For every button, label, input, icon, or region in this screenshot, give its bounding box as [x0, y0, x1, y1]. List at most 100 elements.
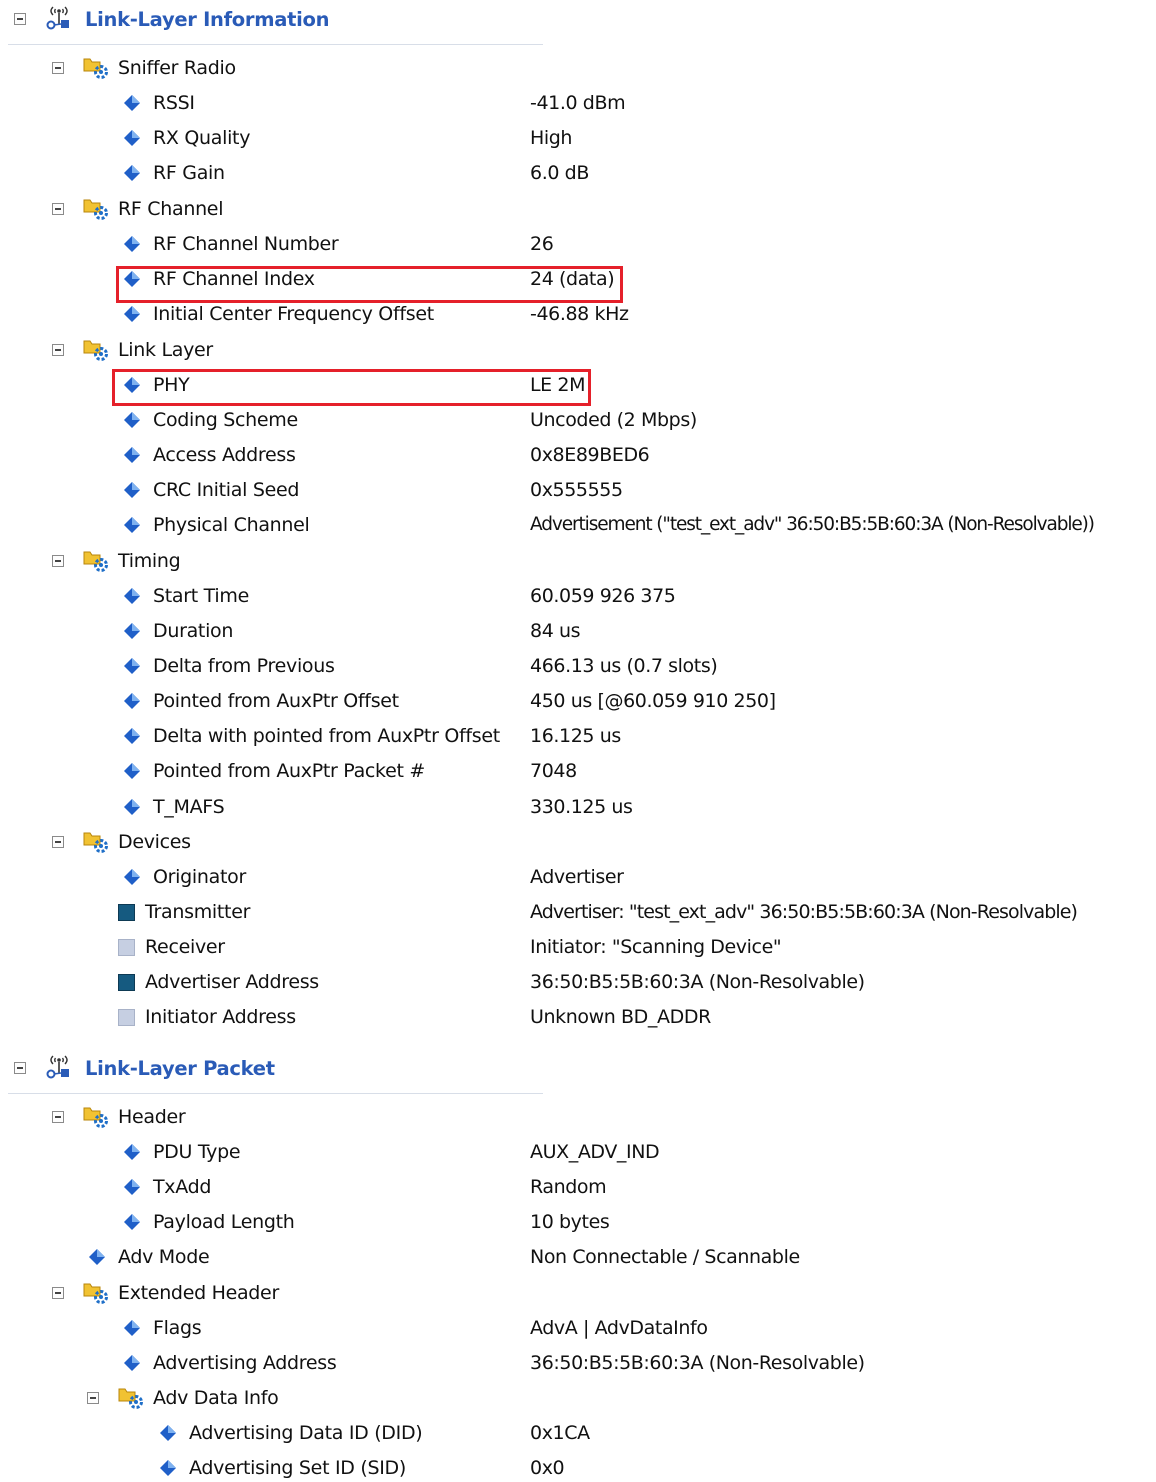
blue-diamond-icon	[124, 623, 140, 639]
blue-diamond-icon	[124, 130, 140, 146]
network-antenna-icon	[46, 1055, 69, 1079]
field-row-delta-from-previous[interactable]: Delta from Previous 466.13 us (0.7 slots…	[0, 652, 1156, 687]
field-label: RSSI	[153, 92, 195, 114]
blue-diamond-icon	[124, 412, 140, 428]
group-sniffer-radio[interactable]: Sniffer Radio	[0, 54, 1156, 89]
field-row-rssi[interactable]: RSSI -41.0 dBm	[0, 89, 1156, 124]
field-value: Non Connectable / Scannable	[530, 1246, 800, 1268]
field-row-originator[interactable]: Originator Advertiser	[0, 863, 1156, 898]
field-row-adv-mode[interactable]: Adv Mode Non Connectable / Scannable	[0, 1243, 1156, 1278]
field-value: Random	[530, 1176, 607, 1198]
collapse-toggle-icon[interactable]	[14, 13, 26, 25]
field-row-advertising-data-id[interactable]: Advertising Data ID (DID) 0x1CA	[0, 1419, 1156, 1454]
field-row-transmitter[interactable]: Transmitter Advertiser: "test_ext_adv" 3…	[0, 898, 1156, 933]
field-row-pointed-from-auxptr-packet[interactable]: Pointed from AuxPtr Packet # 7048	[0, 757, 1156, 792]
collapse-toggle-icon[interactable]	[52, 836, 64, 848]
group-link-layer[interactable]: Link Layer	[0, 336, 1156, 371]
blue-diamond-icon	[124, 306, 140, 322]
field-value: 16.125 us	[530, 725, 621, 747]
field-label: Coding Scheme	[153, 409, 298, 431]
field-value: AdvA | AdvDataInfo	[530, 1317, 708, 1339]
collapse-toggle-icon[interactable]	[52, 1111, 64, 1123]
group-devices[interactable]: Devices	[0, 828, 1156, 863]
section-divider	[8, 44, 543, 45]
blue-diamond-icon	[124, 1355, 140, 1371]
field-label: Transmitter	[145, 901, 251, 923]
field-row-receiver[interactable]: Receiver Initiator: "Scanning Device"	[0, 933, 1156, 968]
field-value: Advertiser	[530, 866, 624, 888]
group-header[interactable]: Header	[0, 1103, 1156, 1138]
field-row-coding-scheme[interactable]: Coding Scheme Uncoded (2 Mbps)	[0, 406, 1156, 441]
field-label: PDU Type	[153, 1141, 241, 1163]
field-label: T_MAFS	[153, 796, 225, 818]
section-link-layer-information[interactable]: Link-Layer Information	[0, 5, 1156, 40]
blue-diamond-icon	[124, 165, 140, 181]
field-row-access-address[interactable]: Access Address 0x8E89BED6	[0, 441, 1156, 476]
group-adv-data-info[interactable]: Adv Data Info	[0, 1384, 1156, 1419]
group-timing[interactable]: Timing	[0, 547, 1156, 582]
field-value: AUX_ADV_IND	[530, 1141, 660, 1163]
folder-gear-icon	[83, 1283, 108, 1304]
field-label: Advertiser Address	[145, 971, 319, 993]
group-label: Adv Data Info	[153, 1387, 279, 1409]
field-row-txadd[interactable]: TxAdd Random	[0, 1173, 1156, 1208]
blue-diamond-icon	[124, 1320, 140, 1336]
field-value: 450 us [@60.059 910 250]	[530, 690, 776, 712]
field-label: Start Time	[153, 585, 249, 607]
field-row-physical-channel[interactable]: Physical Channel Advertisement ("test_ex…	[0, 511, 1156, 546]
field-value: 26	[530, 233, 554, 255]
folder-gear-icon	[83, 832, 108, 853]
field-row-duration[interactable]: Duration 84 us	[0, 617, 1156, 652]
field-row-flags[interactable]: Flags AdvA | AdvDataInfo	[0, 1314, 1156, 1349]
group-label: Link Layer	[118, 339, 213, 361]
light-square-icon	[118, 939, 135, 956]
field-label: Payload Length	[153, 1211, 295, 1233]
field-row-delta-with-pointed-from-auxptr-offset[interactable]: Delta with pointed from AuxPtr Offset 16…	[0, 722, 1156, 757]
collapse-toggle-icon[interactable]	[14, 1062, 26, 1074]
field-row-start-time[interactable]: Start Time 60.059 926 375	[0, 582, 1156, 617]
blue-diamond-icon	[124, 482, 140, 498]
field-value: -46.88 kHz	[530, 303, 629, 325]
collapse-toggle-icon[interactable]	[52, 344, 64, 356]
field-value: Unknown BD_ADDR	[530, 1006, 711, 1028]
field-label: Advertising Data ID (DID)	[189, 1422, 423, 1444]
field-label: Adv Mode	[118, 1246, 210, 1268]
field-row-pointed-from-auxptr-offset[interactable]: Pointed from AuxPtr Offset 450 us [@60.0…	[0, 687, 1156, 722]
section-divider	[8, 1093, 543, 1094]
field-row-rf-gain[interactable]: RF Gain 6.0 dB	[0, 159, 1156, 194]
field-row-rx-quality[interactable]: RX Quality High	[0, 124, 1156, 159]
field-value: Advertiser: "test_ext_adv" 36:50:B5:5B:6…	[530, 901, 1078, 923]
highlight-box	[112, 369, 591, 406]
field-label: Flags	[153, 1317, 202, 1339]
group-rf-channel[interactable]: RF Channel	[0, 195, 1156, 230]
blue-diamond-icon	[124, 1214, 140, 1230]
collapse-toggle-icon[interactable]	[52, 555, 64, 567]
group-extended-header[interactable]: Extended Header	[0, 1279, 1156, 1314]
collapse-toggle-icon[interactable]	[52, 62, 64, 74]
field-row-initiator-address[interactable]: Initiator Address Unknown BD_ADDR	[0, 1003, 1156, 1038]
field-value: 6.0 dB	[530, 162, 589, 184]
field-row-crc-initial-seed[interactable]: CRC Initial Seed 0x555555	[0, 476, 1156, 511]
section-link-layer-packet[interactable]: Link-Layer Packet	[0, 1054, 1156, 1089]
group-label: Header	[118, 1106, 186, 1128]
field-row-initial-center-frequency-offset[interactable]: Initial Center Frequency Offset -46.88 k…	[0, 300, 1156, 335]
collapse-toggle-icon[interactable]	[87, 1392, 99, 1404]
field-row-advertising-set-id[interactable]: Advertising Set ID (SID) 0x0	[0, 1454, 1156, 1482]
field-label: Delta from Previous	[153, 655, 335, 677]
field-value: 0x555555	[530, 479, 623, 501]
field-row-rf-channel-number[interactable]: RF Channel Number 26	[0, 230, 1156, 265]
group-label: Timing	[118, 550, 181, 572]
collapse-toggle-icon[interactable]	[52, 1287, 64, 1299]
field-label: Initial Center Frequency Offset	[153, 303, 434, 325]
dark-square-icon	[118, 904, 135, 921]
field-value: 84 us	[530, 620, 581, 642]
collapse-toggle-icon[interactable]	[52, 203, 64, 215]
blue-diamond-icon	[124, 763, 140, 779]
field-row-t-mafs[interactable]: T_MAFS 330.125 us	[0, 793, 1156, 828]
field-row-payload-length[interactable]: Payload Length 10 bytes	[0, 1208, 1156, 1243]
field-row-advertiser-address[interactable]: Advertiser Address 36:50:B5:5B:60:3A (No…	[0, 968, 1156, 1003]
field-label: RF Gain	[153, 162, 225, 184]
field-value: 330.125 us	[530, 796, 633, 818]
field-row-advertising-address[interactable]: Advertising Address 36:50:B5:5B:60:3A (N…	[0, 1349, 1156, 1384]
field-row-pdu-type[interactable]: PDU Type AUX_ADV_IND	[0, 1138, 1156, 1173]
